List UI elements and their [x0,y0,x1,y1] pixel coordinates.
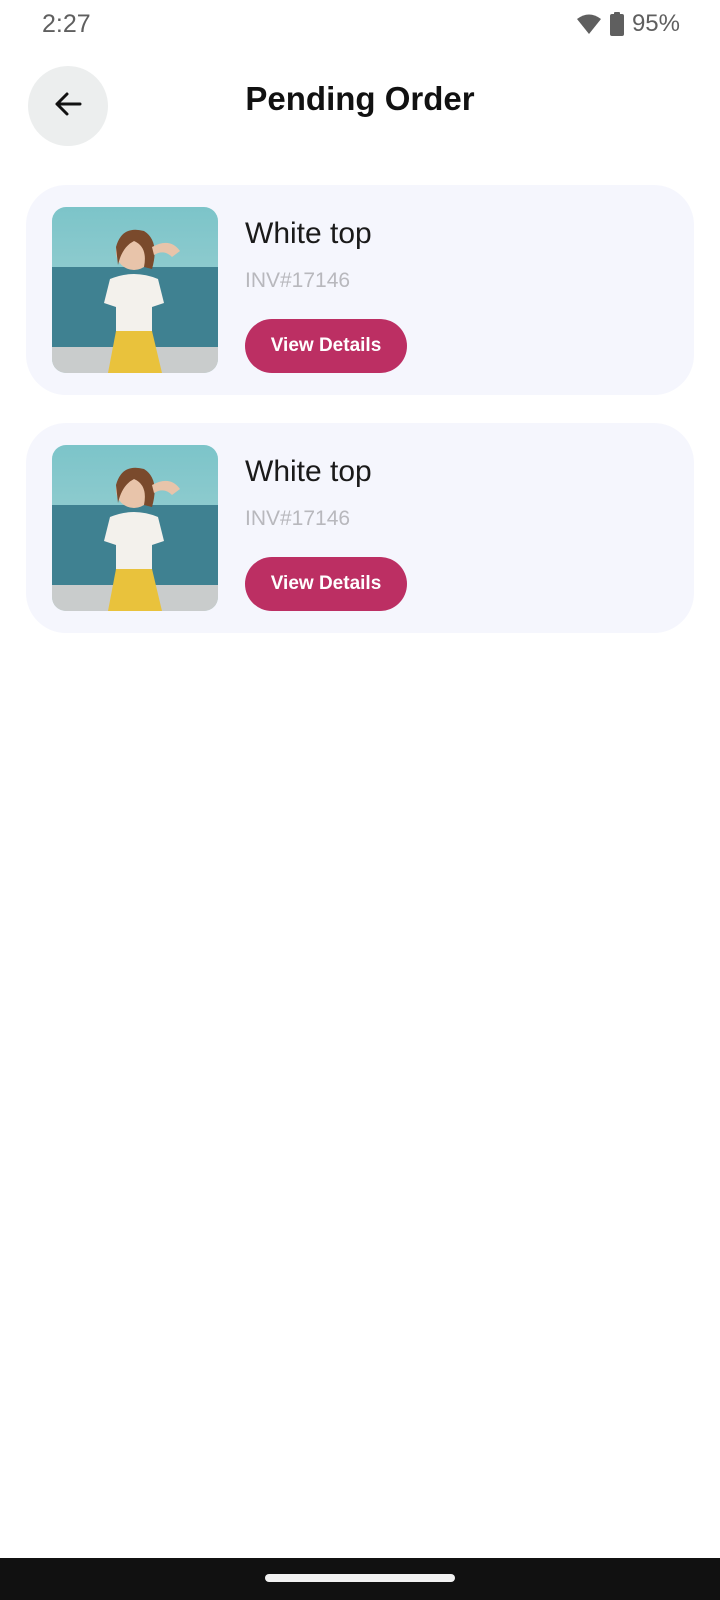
wifi-icon [576,13,602,35]
product-name: White top [245,455,372,488]
order-list: White top INV#17146 View Details White t… [26,185,694,633]
invoice-number: INV#17146 [245,507,351,530]
invoice-number: INV#17146 [245,269,351,292]
page-title: Pending Order [245,80,475,117]
screen: 2:27 95% Pending Order White top INV#171… [0,0,720,1600]
product-name: White top [245,217,372,250]
view-details-button[interactable]: View Details [245,557,407,611]
battery-percentage: 95% [631,10,680,37]
status-bar: 2:27 95% [0,0,720,50]
status-time: 2:27 [42,10,91,38]
order-card[interactable]: White top INV#17146 View Details [26,423,694,633]
home-indicator[interactable] [265,1574,455,1582]
navigation-bar [0,1558,720,1600]
view-details-button[interactable]: View Details [245,319,407,373]
order-card[interactable]: White top INV#17146 View Details [26,185,694,395]
product-image [52,445,218,611]
battery-icon [609,12,624,36]
status-icons: 95% [576,10,680,38]
product-image [52,207,218,373]
